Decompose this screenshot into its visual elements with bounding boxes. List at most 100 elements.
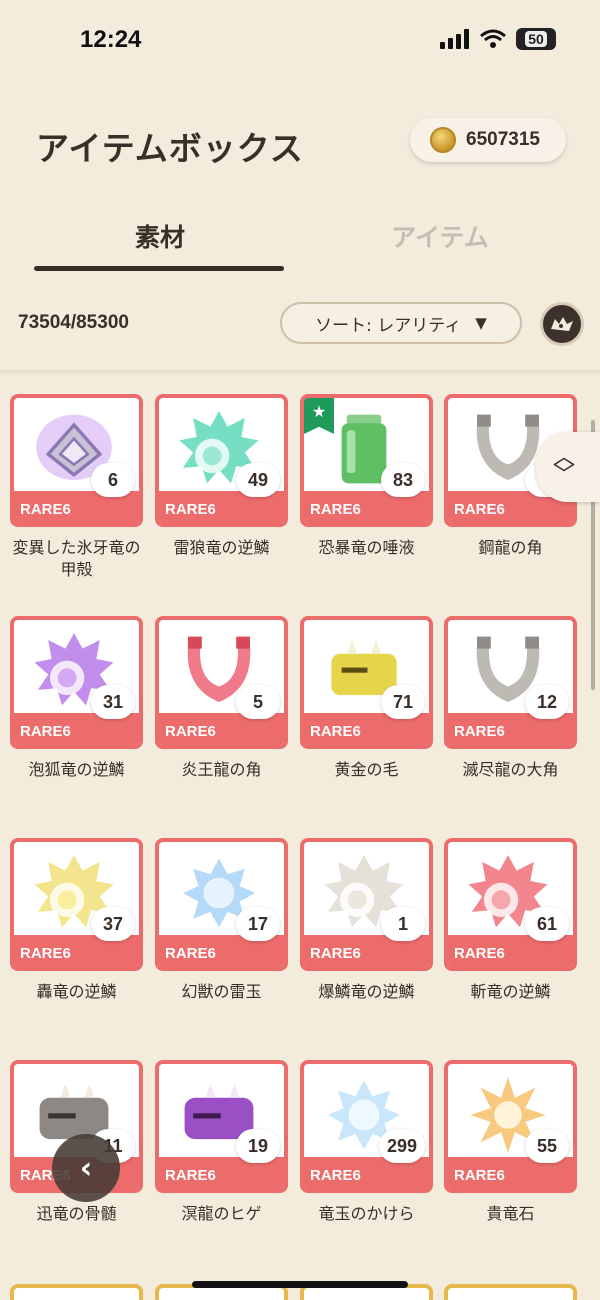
item-name: 迅竜の骨髄 [36, 1204, 117, 1223]
item-quantity: 17 [236, 907, 280, 941]
item-quantity: 31 [91, 685, 135, 719]
item-card-frame: RARE6 31 [10, 616, 143, 749]
item-card[interactable]: RARE6 71 黄金の毛 [300, 616, 433, 781]
item-quantity: 37 [91, 907, 135, 941]
item-name: 轟竜の逆鱗 [36, 982, 117, 1001]
item-name: 泡狐竜の逆鱗 [28, 760, 125, 779]
coin-icon [430, 127, 456, 153]
item-rarity: RARE6 [454, 501, 505, 518]
item-card-frame: RARE6 37 [10, 838, 143, 971]
item-name: 鋼龍の角 [478, 538, 543, 557]
item-quantity: 71 [381, 685, 425, 719]
item-card[interactable]: RARE6 55 貴竜石 [444, 1060, 577, 1225]
item-name: 炎王龍の角 [181, 760, 262, 779]
item-quantity: 55 [525, 1129, 569, 1163]
item-quantity: 12 [525, 685, 569, 719]
status-icons: 50 [440, 28, 556, 50]
inventory-capacity: 73504/85300 [18, 312, 129, 333]
next-row-card [10, 1284, 143, 1300]
item-card[interactable]: RARE6 5 炎王龍の角 [155, 616, 288, 781]
coin-value: 6507315 [466, 129, 540, 150]
item-card[interactable]: RARE6 12 滅尽龍の大角 [444, 616, 577, 781]
item-rarity: RARE6 [165, 723, 216, 740]
item-name: 溟龍のヒゲ [181, 1204, 262, 1223]
item-quantity: 19 [236, 1129, 280, 1163]
battery-level: 50 [525, 31, 547, 47]
chevron-down-icon: ▼ [475, 314, 487, 332]
coin-balance: 6507315 [410, 118, 566, 162]
item-name: 恐暴竜の唾液 [318, 538, 415, 557]
item-card[interactable]: RARE6 17 幻獣の雷玉 [155, 838, 288, 1003]
item-name: 貴竜石 [486, 1204, 535, 1223]
item-card-frame: RARE6 17 [155, 838, 288, 971]
item-card[interactable]: RARE6 299 竜玉のかけら [300, 1060, 433, 1225]
item-card-frame: RARE6 12 [444, 616, 577, 749]
item-rarity: RARE6 [310, 1167, 361, 1184]
item-name: 爆鱗竜の逆鱗 [318, 982, 415, 1001]
item-card[interactable]: RARE6 19 溟龍のヒゲ [155, 1060, 288, 1225]
item-card[interactable]: RARE6 31 泡狐竜の逆鱗 [10, 616, 143, 781]
chevron-down-icon: ﹀ [552, 463, 575, 488]
item-quantity: 5 [236, 685, 280, 719]
chevron-left-icon: ‹ [79, 1150, 93, 1186]
item-card[interactable]: RARE6 6 変異した氷牙竜の甲殻 [10, 394, 143, 581]
item-card-frame: RARE6 55 [444, 1060, 577, 1193]
item-card-frame: ★ RARE6 83 [300, 394, 433, 527]
item-rarity: RARE6 [310, 501, 361, 518]
item-card-frame: RARE6 49 [155, 394, 288, 527]
item-name: 斬竜の逆鱗 [470, 982, 551, 1001]
item-quantity: 49 [236, 463, 280, 497]
item-quantity: 61 [525, 907, 569, 941]
item-rarity: RARE6 [165, 501, 216, 518]
item-quantity: 299 [378, 1129, 425, 1163]
status-time: 12:24 [80, 26, 142, 53]
item-card[interactable]: RARE6 37 轟竜の逆鱗 [10, 838, 143, 1003]
item-name: 竜玉のかけら [318, 1204, 415, 1223]
item-rarity: RARE6 [20, 945, 71, 962]
divider [0, 370, 600, 376]
item-card[interactable]: RARE6 1 爆鱗竜の逆鱗 [300, 838, 433, 1003]
item-card-frame: RARE6 6 [10, 394, 143, 527]
item-rarity: RARE6 [20, 723, 71, 740]
filter-button[interactable] [540, 302, 584, 346]
item-card-frame: RARE6 299 [300, 1060, 433, 1193]
status-bar: 12:24 50 [0, 0, 600, 80]
item-name: 黄金の毛 [334, 760, 399, 779]
item-name: 滅尽龍の大角 [462, 760, 559, 779]
next-row-card [444, 1284, 577, 1300]
home-indicator[interactable] [192, 1281, 408, 1288]
item-quantity: 1 [381, 907, 425, 941]
item-card[interactable]: RARE6 49 雷狼竜の逆鱗 [155, 394, 288, 559]
item-quantity: 83 [381, 463, 425, 497]
scroll-handle[interactable]: ︿ ﹀ [536, 432, 600, 502]
item-card[interactable]: ★ RARE6 83 恐暴竜の唾液 [300, 394, 433, 559]
item-name: 変異した氷牙竜の甲殻 [12, 538, 141, 579]
item-rarity: RARE6 [165, 945, 216, 962]
back-button[interactable]: ‹ [52, 1134, 120, 1202]
item-rarity: RARE6 [20, 501, 71, 518]
signal-icon [440, 29, 469, 49]
active-tab-indicator [34, 266, 284, 271]
monster-filter-icon [551, 317, 573, 331]
item-card-frame: RARE6 19 [155, 1060, 288, 1193]
item-card-frame: RARE6 71 [300, 616, 433, 749]
item-quantity: 6 [91, 463, 135, 497]
item-rarity: RARE6 [454, 723, 505, 740]
page-title: アイテムボックス [36, 129, 304, 168]
item-rarity: RARE6 [454, 945, 505, 962]
sort-label: ソート: レアリティ [315, 315, 462, 336]
item-card-frame: RARE6 1 [300, 838, 433, 971]
tab-items[interactable]: アイテム [316, 218, 564, 254]
sort-dropdown[interactable]: ソート: レアリティ ▼ [280, 302, 522, 344]
item-rarity: RARE6 [454, 1167, 505, 1184]
tab-materials[interactable]: 素材 [36, 218, 284, 254]
item-card-frame: RARE6 5 [155, 616, 288, 749]
item-card[interactable]: RARE6 61 斬竜の逆鱗 [444, 838, 577, 1003]
item-name: 雷狼竜の逆鱗 [173, 538, 270, 557]
item-rarity: RARE6 [310, 723, 361, 740]
wifi-icon [480, 29, 506, 48]
item-rarity: RARE6 [310, 945, 361, 962]
item-rarity: RARE6 [165, 1167, 216, 1184]
item-name: 幻獣の雷玉 [181, 982, 262, 1001]
item-card-frame: RARE6 61 [444, 838, 577, 971]
